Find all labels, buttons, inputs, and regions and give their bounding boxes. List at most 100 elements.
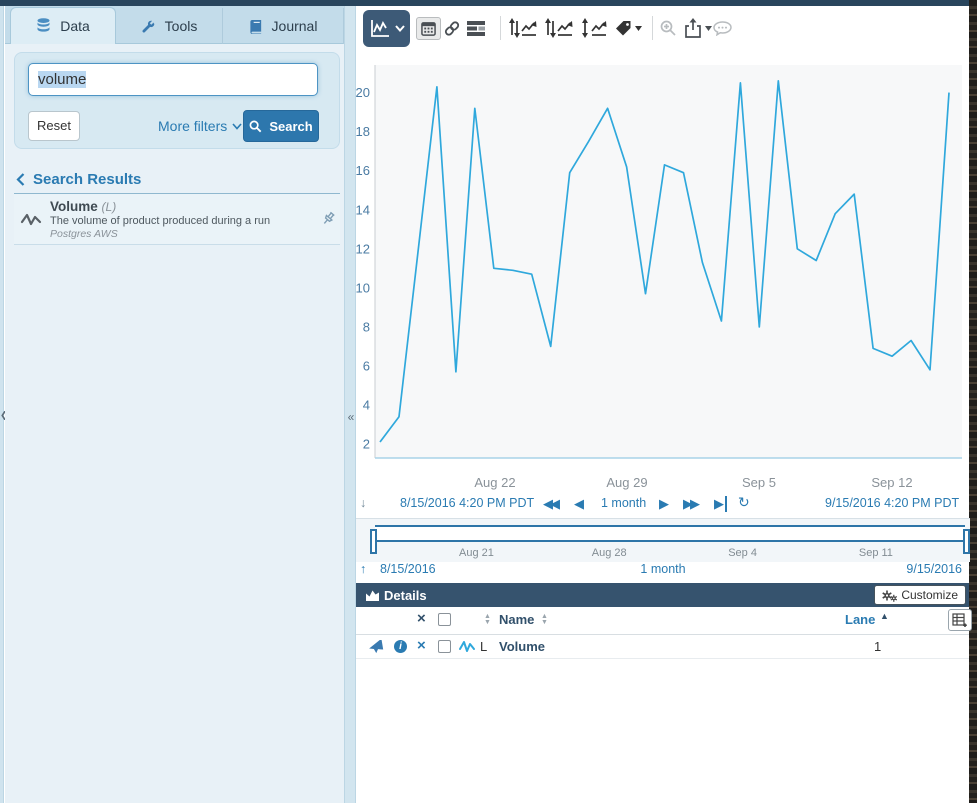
row-name[interactable]: Volume bbox=[499, 639, 545, 654]
step-to-now-icon[interactable]: ▶ bbox=[714, 496, 727, 512]
view-selector-button[interactable] bbox=[363, 10, 410, 47]
svg-text:12: 12 bbox=[356, 241, 370, 256]
search-results-label: Search Results bbox=[33, 171, 141, 188]
book-icon bbox=[249, 19, 263, 34]
details-table-header: × ▲▼ Name ▲▼ Lane ▲ bbox=[356, 608, 969, 635]
more-filters-link[interactable]: More filters bbox=[158, 118, 242, 134]
calendar-toggle-button[interactable] bbox=[416, 17, 441, 40]
tab-data[interactable]: Data bbox=[10, 7, 116, 44]
sort-ascending-icon: ▲ bbox=[880, 611, 889, 621]
pin-icon[interactable] bbox=[320, 210, 337, 227]
result-description: The volume of product produced during a … bbox=[50, 215, 270, 227]
chevron-down-icon bbox=[395, 25, 405, 32]
svg-text:16: 16 bbox=[356, 163, 370, 178]
more-filters-label: More filters bbox=[158, 118, 227, 134]
signal-icon bbox=[458, 639, 476, 654]
left-collapse-rail[interactable] bbox=[0, 6, 4, 803]
select-all-checkbox[interactable] bbox=[438, 613, 451, 626]
svg-text:10: 10 bbox=[356, 280, 370, 295]
investigate-end[interactable]: 9/15/2016 bbox=[906, 562, 962, 576]
remove-item-icon[interactable]: × bbox=[417, 639, 426, 652]
tab-journal[interactable]: Journal bbox=[223, 8, 344, 44]
svg-text:Aug 22: Aug 22 bbox=[474, 475, 515, 490]
customize-button[interactable]: Customize bbox=[874, 585, 966, 605]
search-icon bbox=[249, 120, 262, 133]
wrench-icon bbox=[141, 19, 156, 34]
tab-tools[interactable]: Tools bbox=[116, 8, 223, 44]
info-icon[interactable]: i bbox=[394, 640, 407, 653]
svg-text:14: 14 bbox=[356, 202, 370, 217]
remove-all-icon[interactable]: × bbox=[417, 612, 426, 625]
link-start-arrow-icon[interactable]: ↓ bbox=[360, 496, 366, 510]
panel-tabbar: Data Tools Journal bbox=[5, 6, 344, 44]
details-title: Details bbox=[384, 588, 427, 603]
result-title: Volume (L) bbox=[50, 199, 116, 214]
search-button[interactable]: Search bbox=[243, 110, 319, 142]
calendar-icon bbox=[421, 21, 436, 36]
search-results-header[interactable]: Search Results bbox=[16, 171, 141, 188]
auto-scale-icon[interactable] bbox=[581, 18, 608, 38]
range-start[interactable]: 8/15/2016 4:20 PM PDT bbox=[400, 496, 534, 510]
add-column-button[interactable] bbox=[948, 609, 972, 631]
labels-tag-button[interactable] bbox=[615, 20, 643, 37]
panel-resize-divider[interactable]: « bbox=[344, 6, 356, 803]
gears-icon bbox=[882, 589, 897, 602]
scrubber-tick-label: Sep 4 bbox=[728, 547, 757, 559]
row-letter: L bbox=[480, 639, 487, 654]
chevron-down-icon bbox=[232, 123, 242, 130]
zoom-in-icon bbox=[660, 20, 677, 37]
lanes-icon[interactable] bbox=[466, 19, 486, 37]
step-forward-much-icon[interactable]: ▶▶ bbox=[683, 496, 697, 512]
sort-icon[interactable]: ▲▼ bbox=[541, 614, 548, 626]
scrubber-tick-label: Aug 28 bbox=[592, 547, 627, 559]
search-input[interactable]: volume bbox=[28, 63, 318, 96]
signal-icon bbox=[20, 210, 42, 229]
row-checkbox[interactable] bbox=[438, 640, 451, 653]
table-plus-icon bbox=[952, 613, 968, 627]
svg-text:6: 6 bbox=[363, 358, 370, 373]
range-duration[interactable]: 1 month bbox=[601, 496, 646, 510]
column-name-label[interactable]: Name bbox=[499, 612, 534, 627]
search-button-label: Search bbox=[269, 119, 312, 134]
scrubber-tick-label: Sep 11 bbox=[859, 547, 893, 559]
comment-icon bbox=[713, 21, 732, 36]
export-button[interactable] bbox=[684, 18, 714, 38]
tab-journal-label: Journal bbox=[272, 18, 318, 34]
scrubber-range-bar[interactable] bbox=[375, 525, 965, 542]
step-back-much-icon[interactable]: ◀◀ bbox=[543, 496, 557, 512]
details-header-bar: Details Customize bbox=[356, 583, 969, 607]
step-back-icon[interactable]: ◀ bbox=[574, 496, 581, 512]
result-item-volume[interactable]: Volume (L) The volume of product produce… bbox=[14, 194, 340, 245]
scrubber-tick-labels: Aug 21Aug 28Sep 4Sep 11 bbox=[356, 547, 970, 561]
one-lane-icon[interactable] bbox=[509, 18, 538, 38]
time-scrubber[interactable]: Aug 21Aug 28Sep 4Sep 11 bbox=[356, 518, 970, 562]
step-forward-icon[interactable]: ▶ bbox=[659, 496, 666, 512]
refresh-icon[interactable]: ↻ bbox=[738, 494, 750, 511]
sort-icon[interactable]: ▲▼ bbox=[484, 614, 491, 626]
navigate-icon[interactable] bbox=[369, 640, 384, 654]
tab-data-label: Data bbox=[60, 18, 90, 34]
trend-chart[interactable]: 2468101214161820 Aug 22Aug 29Sep 5Sep 12 bbox=[356, 58, 970, 490]
display-range-row: ↓ 8/15/2016 4:20 PM PDT ◀◀ ◀ 1 month ▶ ▶… bbox=[356, 494, 970, 516]
chevron-left-icon bbox=[16, 173, 25, 186]
column-lane-label[interactable]: Lane bbox=[845, 612, 875, 627]
area-chart-icon bbox=[365, 588, 380, 602]
search-input-value: volume bbox=[38, 71, 86, 88]
range-end[interactable]: 9/15/2016 4:20 PM PDT bbox=[825, 496, 959, 510]
svg-text:18: 18 bbox=[356, 124, 370, 139]
one-axis-icon[interactable] bbox=[545, 18, 574, 38]
desktop-edge-strip bbox=[969, 0, 977, 803]
link-icon[interactable] bbox=[443, 20, 461, 37]
investigate-duration[interactable]: 1 month bbox=[356, 562, 970, 576]
trend-view-icon bbox=[369, 18, 391, 39]
svg-text:20: 20 bbox=[356, 85, 370, 100]
svg-text:2: 2 bbox=[363, 437, 370, 452]
details-row-volume[interactable]: i × L Volume 1 bbox=[356, 635, 969, 659]
tab-tools-label: Tools bbox=[165, 18, 198, 34]
reset-button[interactable]: Reset bbox=[28, 111, 80, 141]
result-unit: (L) bbox=[102, 200, 117, 214]
x-axis-labels: Aug 22Aug 29Sep 5Sep 12 bbox=[474, 475, 912, 490]
customize-label: Customize bbox=[901, 588, 958, 602]
svg-text:Aug 29: Aug 29 bbox=[606, 475, 647, 490]
database-icon bbox=[36, 18, 51, 34]
